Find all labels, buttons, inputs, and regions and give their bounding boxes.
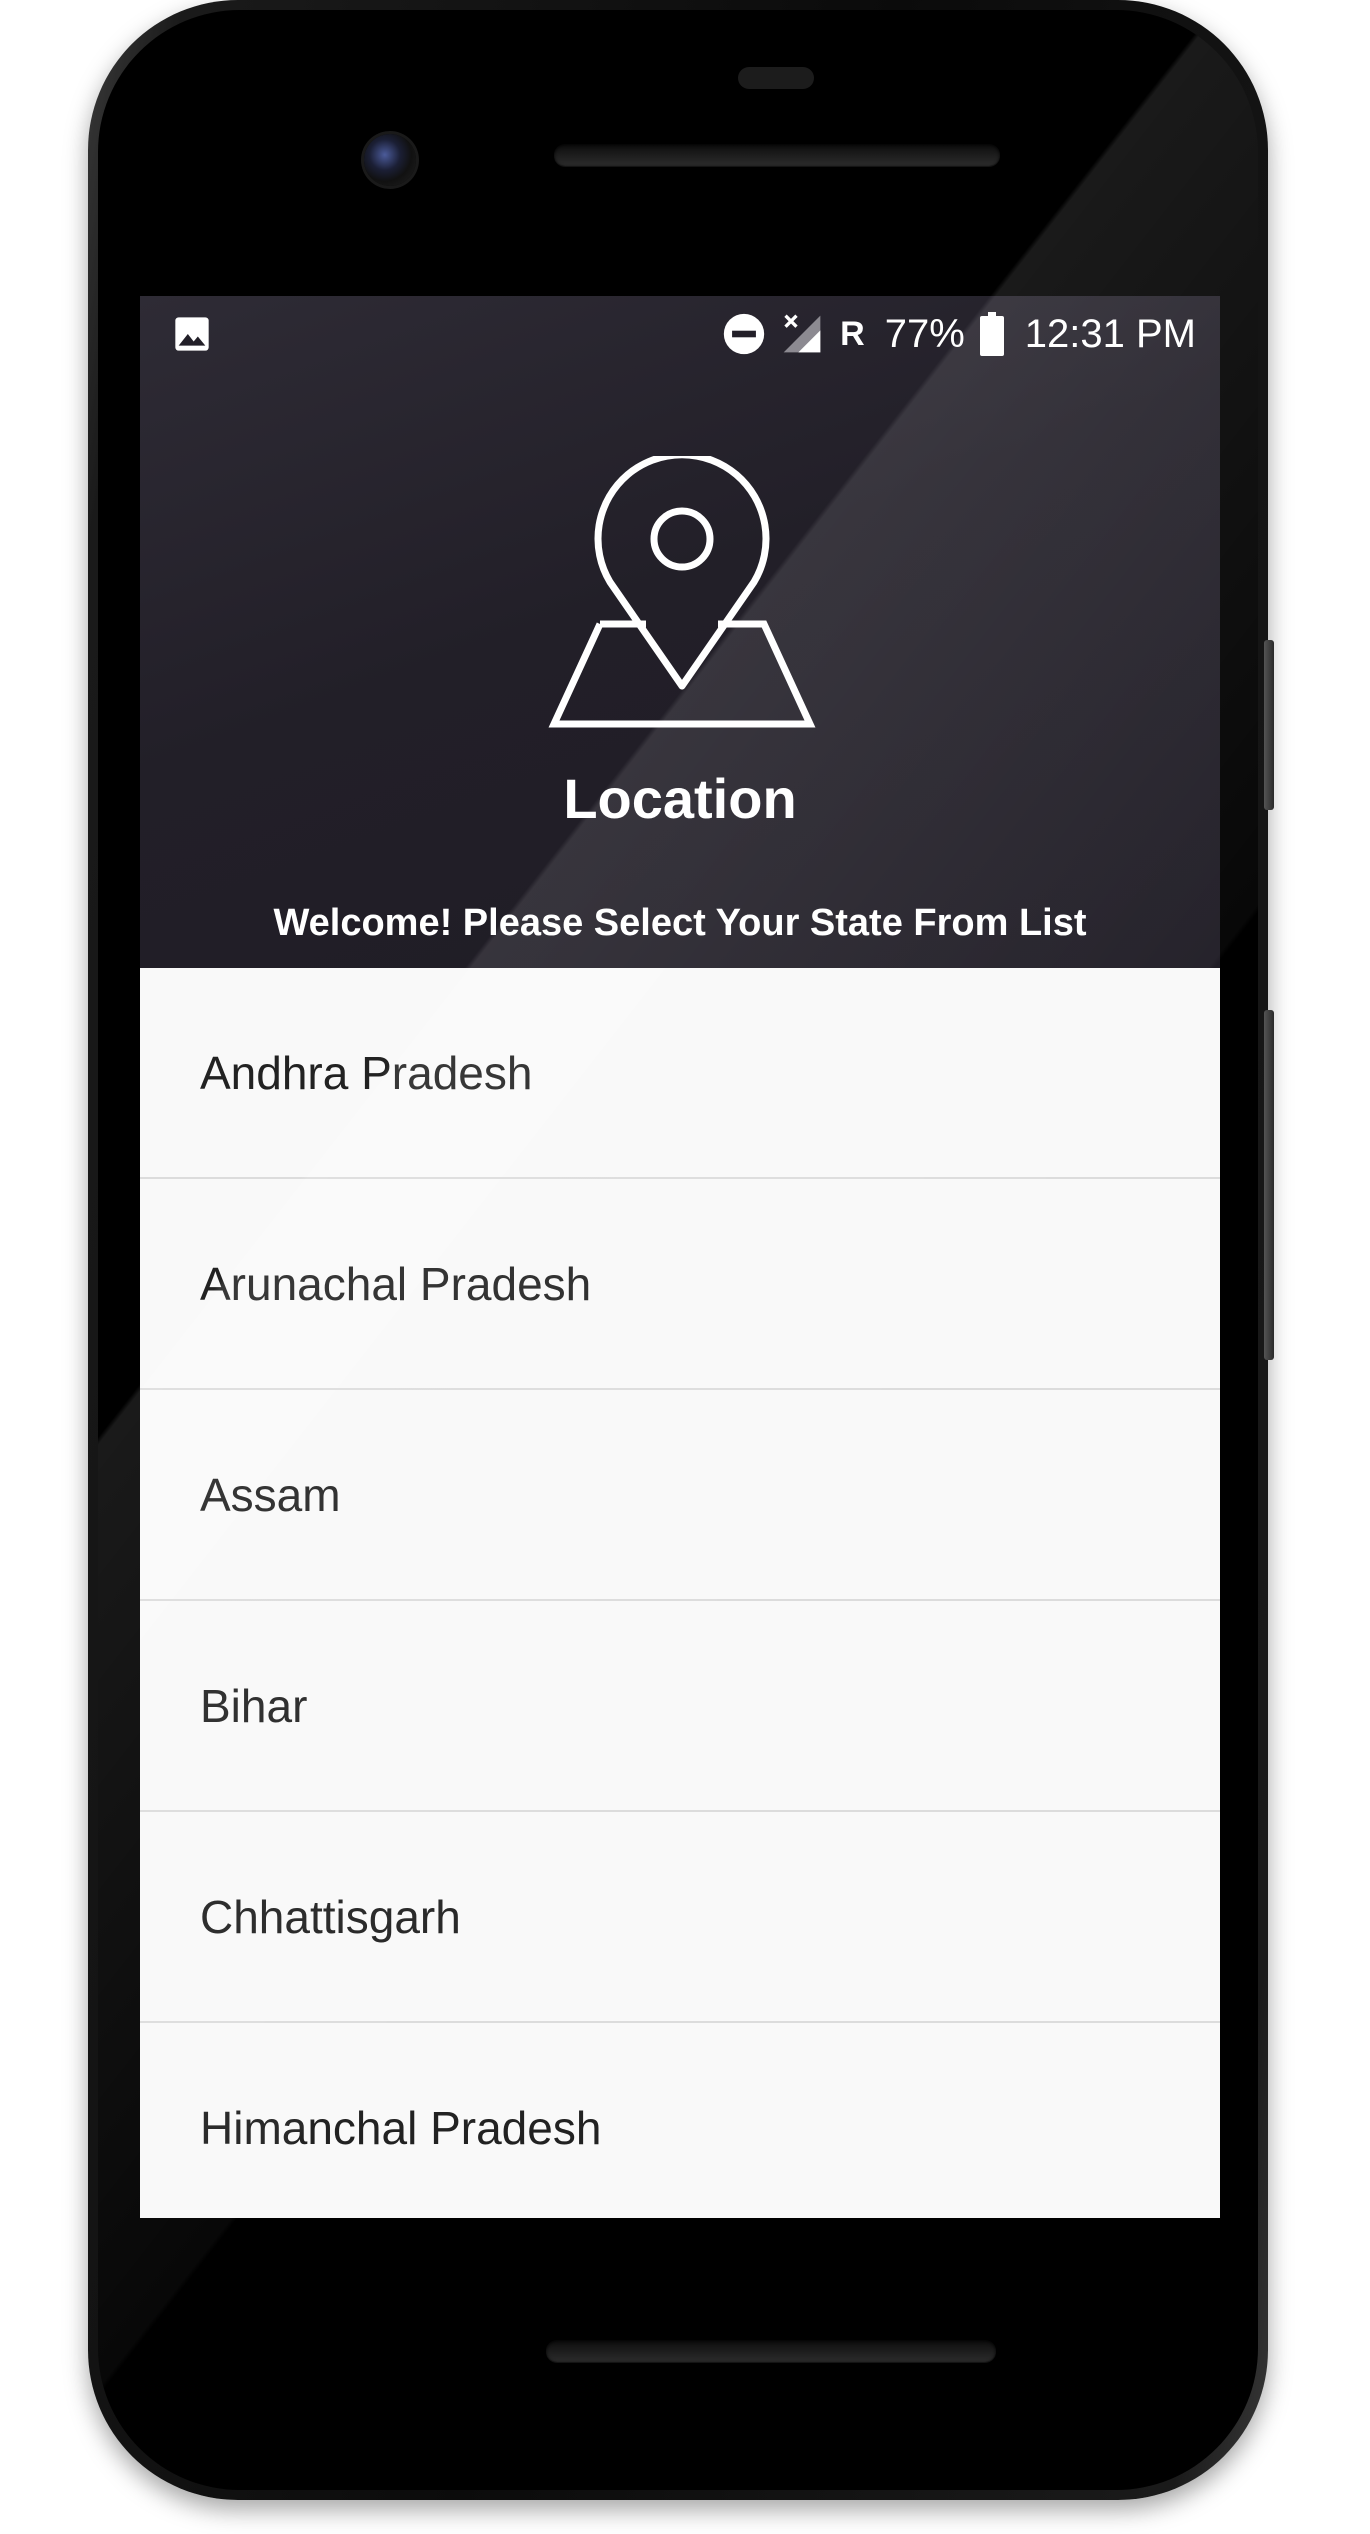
state-item-bihar[interactable]: Bihar (140, 1601, 1220, 1812)
signal-no-data-icon (783, 314, 821, 353)
map-pin-icon (548, 456, 816, 728)
bottom-speaker (546, 2340, 996, 2362)
location-header: R 77% 12:31 PM Location Welcome! Please … (140, 296, 1220, 968)
state-item-chhattisgarh[interactable]: Chhattisgarh (140, 1812, 1220, 2023)
clock: 12:31 PM (1024, 311, 1196, 356)
front-camera (364, 134, 416, 186)
page-title: Location (563, 767, 797, 830)
page-subtitle: Welcome! Please Select Your State From L… (273, 902, 1087, 944)
proximity-sensor (738, 67, 814, 89)
state-item-andhra-pradesh[interactable]: Andhra Pradesh (140, 968, 1220, 1179)
state-item-himanchal-pradesh[interactable]: Himanchal Pradesh (140, 2023, 1220, 2218)
earpiece-speaker (554, 144, 1000, 166)
state-item-arunachal-pradesh[interactable]: Arunachal Pradesh (140, 1179, 1220, 1390)
do-not-disturb-icon (723, 313, 765, 355)
volume-button (1264, 1010, 1274, 1360)
status-bar: R 77% 12:31 PM (140, 296, 1220, 372)
status-right: R 77% 12:31 PM (722, 296, 1196, 372)
app-screen: R 77% 12:31 PM Location Welcome! Please … (140, 296, 1220, 2218)
roaming-indicator: R (840, 314, 865, 353)
image-icon (175, 317, 209, 351)
state-list: Andhra Pradesh Arunachal Pradesh Assam B… (140, 968, 1220, 2218)
power-button (1264, 640, 1274, 810)
battery-icon (979, 312, 1004, 356)
battery-percentage: 77% (884, 311, 965, 356)
state-item-assam[interactable]: Assam (140, 1390, 1220, 1601)
